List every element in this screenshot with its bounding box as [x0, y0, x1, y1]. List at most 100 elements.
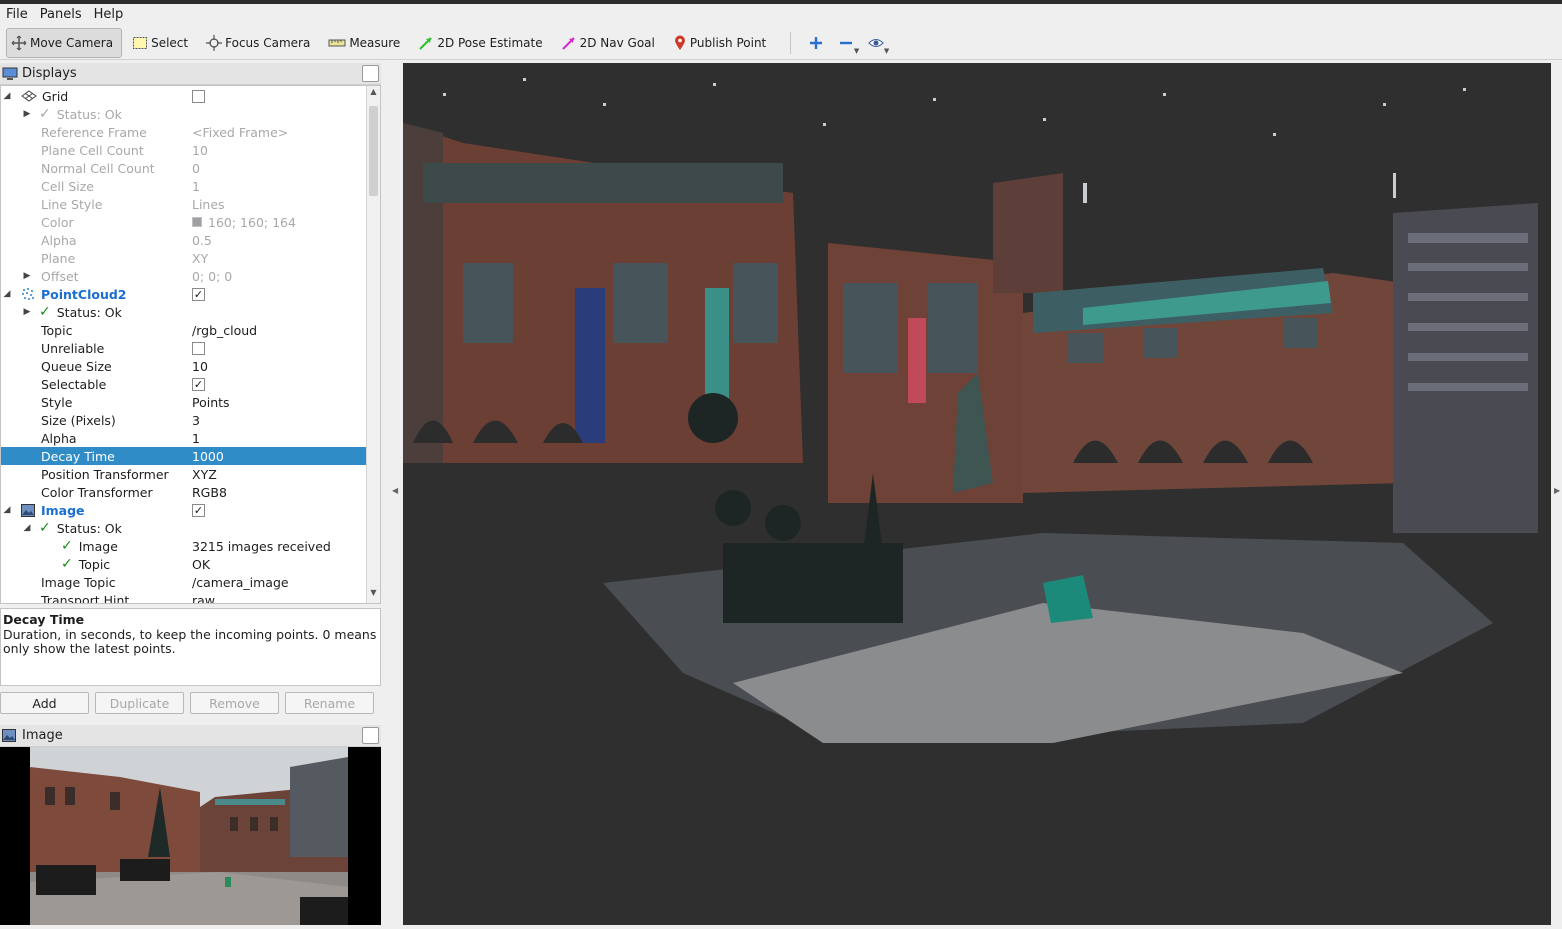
property-value[interactable]: 0.5 — [192, 231, 212, 249]
scroll-up-icon[interactable]: ▲ — [367, 87, 380, 101]
property-value[interactable]: 3 — [192, 411, 200, 429]
tree-row[interactable]: ✓ Topic OK — [1, 555, 367, 573]
render-viewport[interactable] — [403, 63, 1551, 925]
tree-row-image[interactable]: ◢ Image ✓ — [1, 501, 367, 519]
property-value[interactable]: Lines — [192, 195, 225, 213]
property-value[interactable]: /camera_image — [192, 573, 289, 591]
splitter-handle-icon[interactable]: ◀ — [392, 486, 398, 495]
property-value[interactable]: /rgb_cloud — [192, 321, 257, 339]
tree-row[interactable]: Alpha 1 — [1, 429, 367, 447]
publish-point-label: Publish Point — [689, 35, 767, 50]
right-dock-handle-icon[interactable]: ▶ — [1554, 486, 1560, 495]
nav-goal-button[interactable]: 2D Nav Goal — [557, 28, 663, 58]
property-value[interactable]: 1000 — [192, 447, 224, 465]
property-value[interactable]: 10 — [192, 141, 208, 159]
expand-down-icon[interactable]: ◢ — [21, 523, 33, 533]
tree-row[interactable]: Unreliable — [1, 339, 367, 357]
displays-panel: Displays — [0, 63, 381, 85]
property-value[interactable]: XY — [192, 249, 208, 267]
property-value[interactable]: 10 — [192, 357, 208, 375]
menu-help[interactable]: Help — [88, 7, 130, 22]
property-value[interactable]: raw — [192, 591, 215, 604]
tree-row-image-status[interactable]: ◢ ✓ Status: Ok — [1, 519, 367, 537]
add-button[interactable]: Add — [0, 692, 89, 714]
tree-row[interactable]: Queue Size 10 — [1, 357, 367, 375]
scroll-down-icon[interactable]: ▼ — [367, 588, 380, 602]
expand-right-icon[interactable]: ▶ — [21, 109, 33, 119]
rename-button[interactable]: Rename — [285, 692, 374, 714]
tree-row[interactable]: Transport Hint raw — [1, 591, 367, 604]
expand-down-icon[interactable]: ◢ — [1, 289, 13, 299]
checkmark-icon: ✓ — [61, 538, 73, 554]
tree-scrollbar[interactable]: ▲ ▼ — [366, 86, 380, 603]
tree-row[interactable]: Size (Pixels) 3 — [1, 411, 367, 429]
tree-row-grid[interactable]: ◢ Grid — [1, 87, 367, 105]
property-name: Plane — [41, 250, 76, 266]
tree-row-grid-status[interactable]: ▶ ✓ Status: Ok — [1, 105, 367, 123]
property-value[interactable]: RGB8 — [192, 483, 227, 501]
move-camera-button[interactable]: Move Camera — [6, 27, 123, 58]
tree-row-pointcloud2[interactable]: ◢ PointCloud2 ✓ — [1, 285, 367, 303]
selectable-checkbox[interactable]: ✓ — [192, 377, 205, 391]
panel-float-button[interactable] — [362, 727, 379, 744]
tree-row[interactable]: Normal Cell Count 0 — [1, 159, 367, 177]
tree-row-selected[interactable]: Decay Time 1000 — [1, 447, 367, 465]
tree-row[interactable]: Cell Size 1 — [1, 177, 367, 195]
menu-panels[interactable]: Panels — [34, 7, 88, 22]
tree-row[interactable]: ▶ Offset 0; 0; 0 — [1, 267, 367, 285]
menu-file[interactable]: File — [0, 7, 34, 22]
tree-row-pointcloud2-status[interactable]: ▶ ✓ Status: Ok — [1, 303, 367, 321]
expand-right-icon[interactable]: ▶ — [21, 307, 33, 317]
property-value[interactable]: 1 — [192, 429, 200, 447]
pose-estimate-button[interactable]: 2D Pose Estimate — [414, 28, 550, 58]
green-arrow-icon — [419, 36, 433, 50]
tree-row[interactable]: Position Transformer XYZ — [1, 465, 367, 483]
tree-row[interactable]: Image Topic/camera_image — [1, 573, 367, 591]
pointcloud2-label: PointCloud2 — [41, 286, 127, 302]
property-value[interactable]: XYZ — [192, 465, 217, 483]
expand-down-icon[interactable]: ◢ — [1, 91, 13, 101]
expand-right-icon[interactable]: ▶ — [21, 271, 33, 281]
magenta-arrow-icon — [561, 36, 575, 50]
tree-row[interactable]: Selectable ✓ — [1, 375, 367, 393]
displays-tree[interactable]: ◢ Grid ▶ ✓ Status: Ok Reference Frame <Fixe… — [0, 85, 381, 604]
scrollbar-thumb[interactable] — [369, 106, 378, 196]
remove-tool-button[interactable]: ▼ — [831, 28, 861, 58]
panel-float-button[interactable] — [362, 65, 379, 82]
pointcloud2-enabled-checkbox[interactable]: ✓ — [192, 287, 205, 301]
duplicate-button[interactable]: Duplicate — [95, 692, 184, 714]
publish-point-button[interactable]: Publish Point — [669, 28, 774, 58]
image-enabled-checkbox[interactable]: ✓ — [192, 503, 205, 517]
property-name: Topic — [78, 556, 111, 572]
focus-camera-button[interactable]: Focus Camera — [202, 28, 318, 58]
description-text: Duration, in seconds, to keep the incomi… — [3, 627, 377, 656]
unreliable-checkbox[interactable] — [192, 341, 205, 355]
tree-row[interactable]: Color Transformer RGB8 — [1, 483, 367, 501]
expand-down-icon[interactable]: ◢ — [1, 505, 13, 515]
add-tool-button[interactable] — [801, 28, 831, 58]
property-value: 3215 images received — [192, 538, 331, 554]
tree-row[interactable]: ✓ Image 3215 images received — [1, 537, 367, 555]
property-value[interactable]: 0; 0; 0 — [192, 267, 232, 285]
tree-row[interactable]: Style Points — [1, 393, 367, 411]
tree-row[interactable]: Plane Cell Count 10 — [1, 141, 367, 159]
tree-row[interactable]: Topic/rgb_cloud — [1, 321, 367, 339]
grid-enabled-checkbox[interactable] — [192, 89, 205, 103]
map-pin-icon — [674, 35, 685, 50]
tree-row[interactable]: Alpha 0.5 — [1, 231, 367, 249]
property-value[interactable]: 160; 160; 164 — [208, 215, 296, 230]
property-value[interactable]: Points — [192, 393, 230, 411]
tree-row[interactable]: Line Style Lines — [1, 195, 367, 213]
view-options-button[interactable]: ▼ — [861, 28, 891, 58]
tree-row[interactable]: Color 160; 160; 164 — [1, 213, 367, 231]
property-value[interactable]: <Fixed Frame> — [192, 123, 288, 141]
remove-button[interactable]: Remove — [190, 692, 279, 714]
measure-button[interactable]: Measure — [324, 28, 408, 58]
property-value[interactable]: 0 — [192, 159, 200, 177]
tree-row[interactable]: Reference Frame <Fixed Frame> — [1, 123, 367, 141]
property-value[interactable]: 1 — [192, 177, 200, 195]
property-name: Normal Cell Count — [41, 160, 155, 176]
property-name: Alpha — [41, 430, 77, 446]
tree-row[interactable]: Plane XY — [1, 249, 367, 267]
select-button[interactable]: Select — [128, 28, 196, 58]
